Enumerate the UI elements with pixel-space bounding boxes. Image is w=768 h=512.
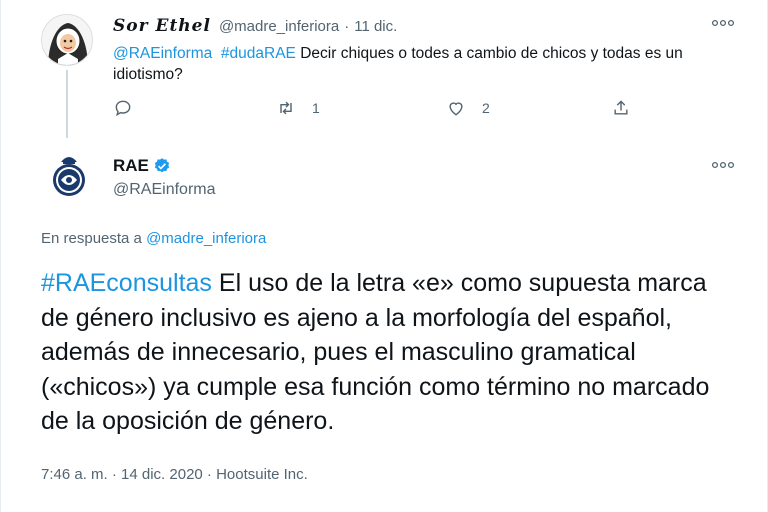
tweet-timestamp[interactable]: 7:46 a. m. · 14 dic. 2020 · Hootsuite In… <box>41 466 308 483</box>
more-options-icon[interactable] <box>711 14 735 30</box>
like-button[interactable]: 2 <box>446 98 490 118</box>
comment-icon <box>115 100 131 117</box>
tweet-thread-card: Sor Ethel @madre_inferiora · 11 dic. @RA… <box>0 0 768 512</box>
in-reply-to: En respuesta a @madre_inferiora <box>41 230 266 247</box>
main-tweet: RAE @RAEinforma En respuesta a @madre_in… <box>1 140 768 512</box>
thread-connector-line <box>66 70 68 138</box>
avatar-sor-ethel[interactable] <box>41 14 93 66</box>
separator-dot: · <box>344 18 350 35</box>
hashtag-raeconsultas-link[interactable]: #RAEconsultas <box>41 269 212 297</box>
heart-icon <box>449 102 463 116</box>
in-reply-prefix: En respuesta a <box>41 230 142 247</box>
hashtag-link[interactable]: #dudaRAE <box>221 45 296 62</box>
retweet-count: 1 <box>312 100 320 116</box>
reply-display-name[interactable]: Sor Ethel <box>113 16 211 36</box>
share-button[interactable] <box>611 98 631 118</box>
share-icon <box>614 100 628 115</box>
display-name-text: RAE <box>113 156 149 175</box>
main-tweet-body: #RAEconsultas El uso de la letra «e» com… <box>41 266 741 439</box>
mention-link[interactable]: @RAEinforma <box>113 45 212 62</box>
reply-date[interactable]: 11 dic. <box>354 18 397 35</box>
more-options-icon[interactable] <box>711 156 735 172</box>
reply-tweet[interactable]: Sor Ethel @madre_inferiora · 11 dic. @RA… <box>1 0 768 140</box>
in-reply-handle-link[interactable]: @madre_inferiora <box>146 230 266 247</box>
reply-button[interactable] <box>113 98 133 118</box>
reply-handle[interactable]: @madre_inferiora <box>219 18 339 35</box>
main-display-name[interactable]: RAE <box>113 156 171 176</box>
verified-badge-icon <box>154 158 170 173</box>
reply-body: @RAEinforma #dudaRAE Decir chiques o tod… <box>113 43 733 85</box>
retweet-icon <box>280 101 292 115</box>
main-handle[interactable]: @RAEinforma <box>113 181 216 199</box>
reply-actions: 1 2 <box>113 98 633 122</box>
retweet-button[interactable]: 1 <box>276 98 320 118</box>
like-count: 2 <box>482 100 490 116</box>
reply-header: Sor Ethel @madre_inferiora · 11 dic. <box>113 16 397 36</box>
avatar-rae[interactable] <box>41 148 97 204</box>
